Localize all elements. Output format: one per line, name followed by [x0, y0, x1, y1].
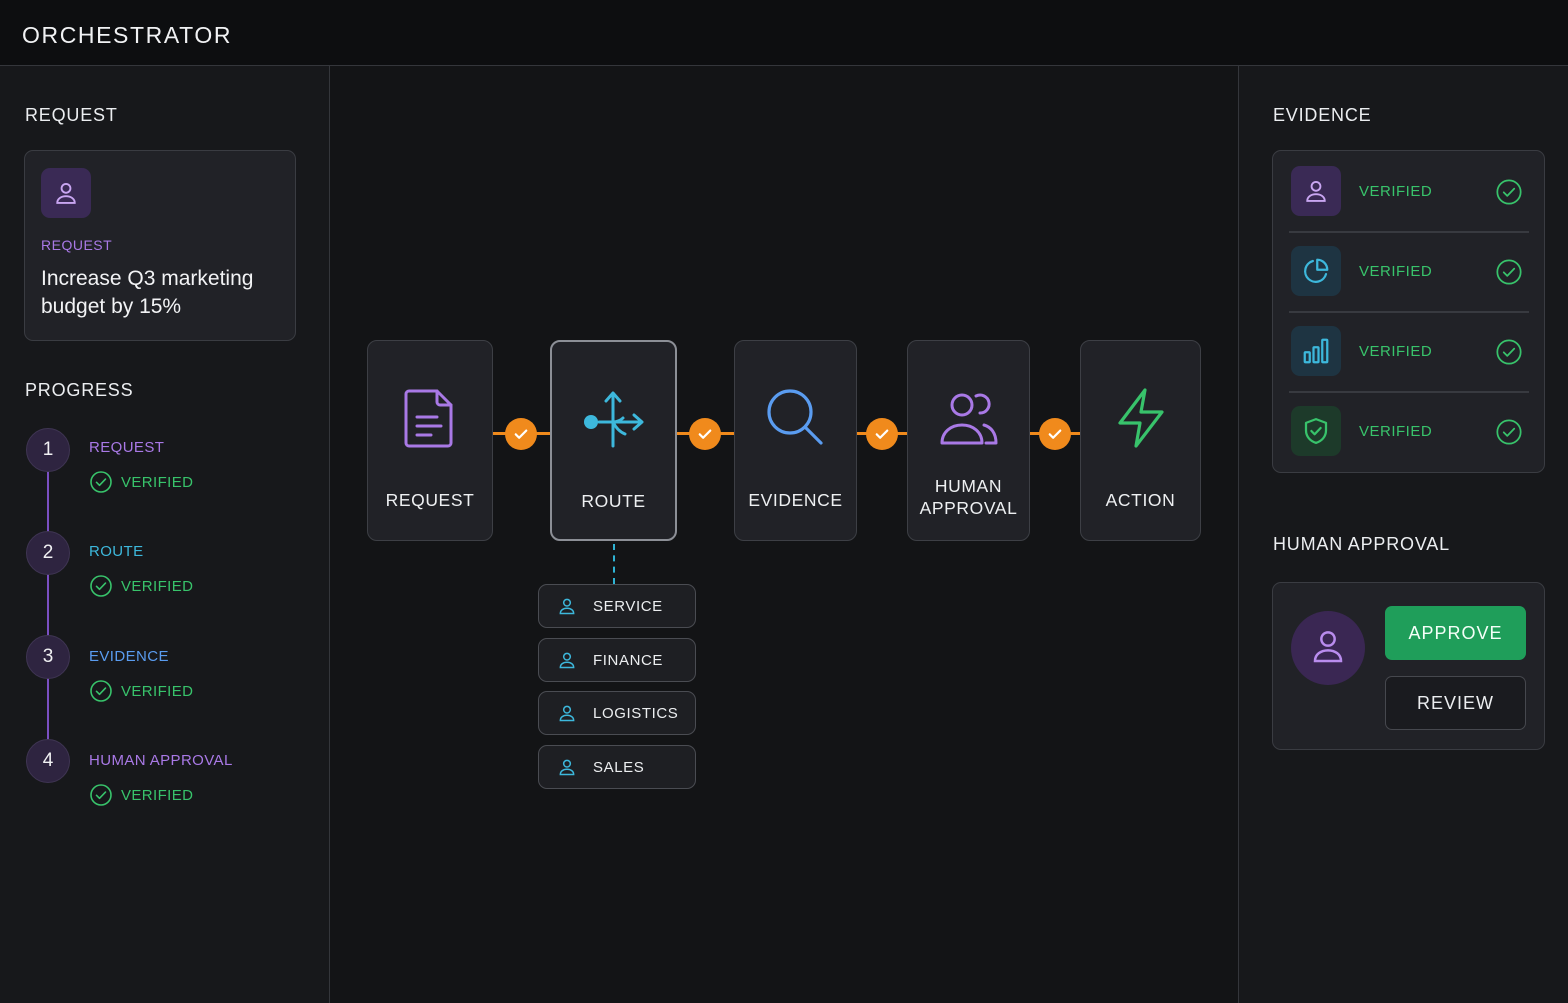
pie-chart-icon	[1291, 246, 1341, 296]
search-icon	[765, 387, 827, 454]
flow-node-route-label: ROUTE	[581, 491, 646, 511]
progress-section-title: PROGRESS	[25, 380, 134, 400]
evidence-item[interactable]: VERIFIED	[1289, 391, 1529, 471]
evidence-item-status: VERIFIED	[1359, 423, 1433, 440]
progress-step-2-label: ROUTE	[89, 543, 144, 560]
progress-step-4-number: 4	[26, 739, 70, 783]
approve-button[interactable]: APPROVE	[1385, 606, 1526, 660]
flow-node-action[interactable]: ACTION	[1080, 340, 1201, 541]
progress-step-2-number: 2	[26, 531, 70, 575]
lightning-icon	[1114, 387, 1168, 454]
review-button[interactable]: REVIEW	[1385, 676, 1526, 730]
evidence-section-title: EVIDENCE	[1273, 105, 1372, 125]
user-icon	[557, 757, 577, 782]
route-option-service[interactable]: SERVICE	[538, 584, 696, 628]
flow-node-evidence-label: EVIDENCE	[748, 490, 843, 510]
approval-card: APPROVE REVIEW	[1272, 582, 1545, 750]
user-icon	[1308, 626, 1348, 671]
connector-check-icon	[866, 418, 898, 450]
route-option-sales[interactable]: SALES	[538, 745, 696, 789]
avatar	[1291, 611, 1365, 685]
route-option-sales-label: SALES	[593, 759, 645, 776]
evidence-item-status: VERIFIED	[1359, 263, 1433, 280]
progress-step-4-label: HUMAN APPROVAL	[89, 752, 233, 769]
progress-step-1-label: REQUEST	[89, 439, 165, 456]
progress-step-4-status-text: VERIFIED	[121, 786, 194, 804]
flow-node-route[interactable]: ROUTE	[550, 340, 677, 541]
evidence-item-status: VERIFIED	[1359, 343, 1433, 360]
flow-node-human-approval-label-line1: HUMAN	[934, 476, 1003, 496]
check-circle-icon	[1495, 338, 1523, 371]
progress-step-2-status-text: VERIFIED	[121, 577, 194, 595]
check-circle-icon	[1495, 178, 1523, 211]
user-icon	[557, 596, 577, 621]
flow-node-human-approval-label: HUMAN APPROVAL	[908, 475, 1029, 519]
connector-check-icon	[505, 418, 537, 450]
user-icon	[557, 703, 577, 728]
request-card[interactable]: REQUEST Increase Q3 marketing budget by …	[24, 150, 296, 341]
bar-chart-icon	[1291, 326, 1341, 376]
check-circle-icon	[1495, 418, 1523, 451]
progress-step-3-status: VERIFIED	[89, 679, 193, 703]
connector-check-icon	[689, 418, 721, 450]
check-circle-icon	[1495, 258, 1523, 291]
progress-step-4-status: VERIFIED	[89, 783, 193, 807]
connector-check-icon	[1039, 418, 1071, 450]
progress-timeline-line	[47, 472, 49, 762]
user-icon	[557, 650, 577, 675]
flow-node-human-approval-label-line2: APPROVAL	[919, 498, 1018, 518]
left-panel: REQUEST REQUEST Increase Q3 marketing bu…	[0, 66, 330, 1003]
check-circle-icon	[90, 680, 112, 702]
flow-node-request-label: REQUEST	[385, 490, 475, 510]
top-bar: ORCHESTRATOR	[0, 0, 1568, 66]
request-card-label: REQUEST	[41, 237, 113, 253]
users-icon	[938, 387, 1000, 454]
approval-section-title: HUMAN APPROVAL	[1273, 534, 1450, 554]
user-icon	[1291, 166, 1341, 216]
user-icon	[41, 168, 91, 218]
progress-step-2-status: VERIFIED	[89, 574, 193, 598]
flow-node-request[interactable]: REQUEST	[367, 340, 493, 541]
progress-step-1-status-text: VERIFIED	[121, 473, 194, 491]
app-title: ORCHESTRATOR	[22, 22, 233, 48]
evidence-item[interactable]: VERIFIED	[1289, 231, 1529, 311]
request-card-text: Increase Q3 marketing budget by 15%	[41, 267, 254, 318]
route-option-logistics[interactable]: LOGISTICS	[538, 691, 696, 735]
route-split-icon	[581, 388, 647, 455]
check-circle-icon	[90, 575, 112, 597]
route-option-finance[interactable]: FINANCE	[538, 638, 696, 682]
progress-step-3-status-text: VERIFIED	[121, 682, 194, 700]
progress-step-1-number: 1	[26, 428, 70, 472]
flow-node-evidence[interactable]: EVIDENCE	[734, 340, 857, 541]
right-panel: EVIDENCE VERIFIED VERIFIED VERIFIED VERI…	[1238, 66, 1568, 1003]
progress-step-3-number: 3	[26, 635, 70, 679]
evidence-item[interactable]: VERIFIED	[1289, 311, 1529, 391]
evidence-item[interactable]: VERIFIED	[1289, 151, 1529, 231]
progress-step-1-status: VERIFIED	[89, 470, 193, 494]
route-option-finance-label: FINANCE	[593, 652, 664, 669]
progress-step-3-label: EVIDENCE	[89, 648, 169, 665]
evidence-item-status: VERIFIED	[1359, 183, 1433, 200]
route-dashed-connector	[613, 544, 615, 584]
document-icon	[403, 387, 457, 454]
route-option-service-label: SERVICE	[593, 598, 663, 615]
flow-node-action-label: ACTION	[1105, 490, 1176, 510]
check-circle-icon	[90, 471, 112, 493]
flow-node-human-approval[interactable]: HUMAN APPROVAL	[907, 340, 1030, 541]
evidence-list: VERIFIED VERIFIED VERIFIED VERIFIED	[1272, 150, 1545, 473]
request-section-title: REQUEST	[25, 105, 118, 125]
shield-check-icon	[1291, 406, 1341, 456]
route-option-logistics-label: LOGISTICS	[593, 705, 679, 722]
check-circle-icon	[90, 784, 112, 806]
